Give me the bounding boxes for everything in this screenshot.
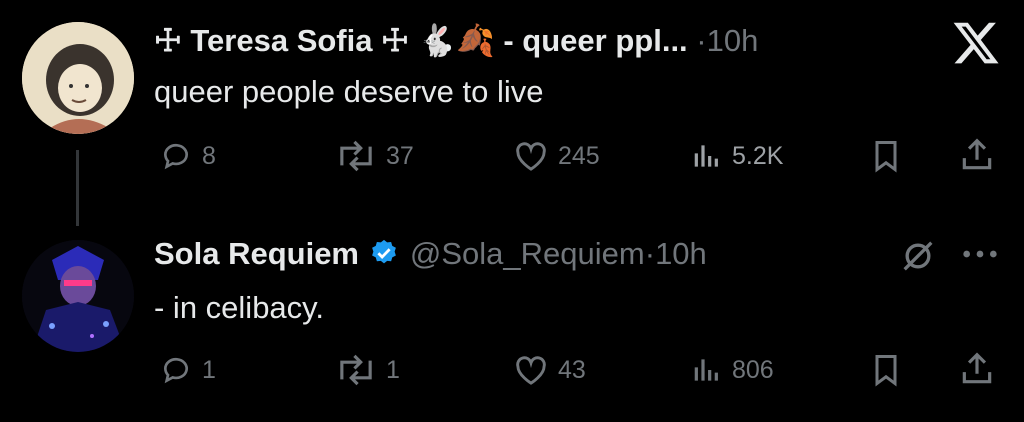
timestamp[interactable]: 10h — [655, 236, 707, 271]
share-button[interactable] — [958, 136, 996, 179]
avatar[interactable] — [22, 240, 134, 352]
retweet-count: 1 — [386, 355, 400, 384]
avatar-drawing — [22, 22, 134, 134]
share-icon — [962, 138, 992, 170]
handle[interactable]: @Sola_Requiem — [410, 236, 645, 271]
views-icon — [694, 359, 718, 381]
like-button[interactable]: 43 — [512, 354, 586, 386]
display-name[interactable]: Teresa Sofia — [190, 23, 372, 58]
views-button[interactable]: 5.2K — [690, 140, 783, 172]
retweet-button[interactable]: 1 — [334, 354, 400, 386]
reply-icon — [163, 357, 188, 384]
thread-connector — [76, 150, 79, 226]
name-suffix-glyph: ☩ — [381, 23, 409, 58]
like-button[interactable]: 245 — [512, 140, 600, 172]
view-count: 806 — [732, 355, 774, 384]
reply-count: 8 — [202, 141, 216, 170]
retweet-icon — [340, 354, 372, 386]
share-button[interactable] — [958, 350, 996, 393]
retweet-button[interactable]: 37 — [334, 140, 414, 172]
bookmark-button[interactable] — [868, 352, 904, 393]
avatar[interactable] — [22, 22, 134, 134]
reply-count: 1 — [202, 355, 216, 384]
retweet-count: 37 — [386, 141, 414, 170]
more-icon[interactable] — [960, 242, 1000, 271]
like-icon — [516, 356, 546, 385]
bookmark-icon — [875, 355, 897, 387]
display-name[interactable]: Sola Requiem — [154, 236, 359, 271]
name-emoji: 🐇🍂 — [417, 23, 495, 58]
reply-button[interactable]: 8 — [158, 140, 216, 172]
timestamp[interactable]: 10h — [707, 23, 759, 58]
tweet-text: queer people deserve to live — [154, 74, 544, 109]
x-logo-icon[interactable] — [950, 18, 1002, 68]
reply-button[interactable]: 1 — [158, 354, 216, 386]
name-prefix-glyph: ☩ — [154, 23, 182, 58]
views-icon — [694, 145, 718, 167]
verified-badge-icon — [369, 238, 399, 273]
like-icon — [516, 142, 546, 171]
bookmark-button[interactable] — [868, 138, 904, 179]
separator: · — [696, 23, 707, 58]
like-count: 43 — [558, 355, 586, 384]
tweet-text: - in celibacy. — [154, 290, 324, 325]
avatar-drawing — [22, 240, 134, 352]
view-count: 5.2K — [732, 141, 784, 170]
like-count: 245 — [558, 141, 600, 170]
retweet-icon — [340, 140, 372, 172]
grok-icon[interactable] — [898, 236, 938, 281]
reply-icon — [163, 143, 188, 170]
name-extra[interactable]: - queer ppl... — [503, 23, 687, 58]
separator: · — [644, 236, 656, 271]
share-icon — [962, 352, 992, 384]
views-button[interactable]: 806 — [690, 354, 774, 386]
bookmark-icon — [875, 141, 897, 173]
